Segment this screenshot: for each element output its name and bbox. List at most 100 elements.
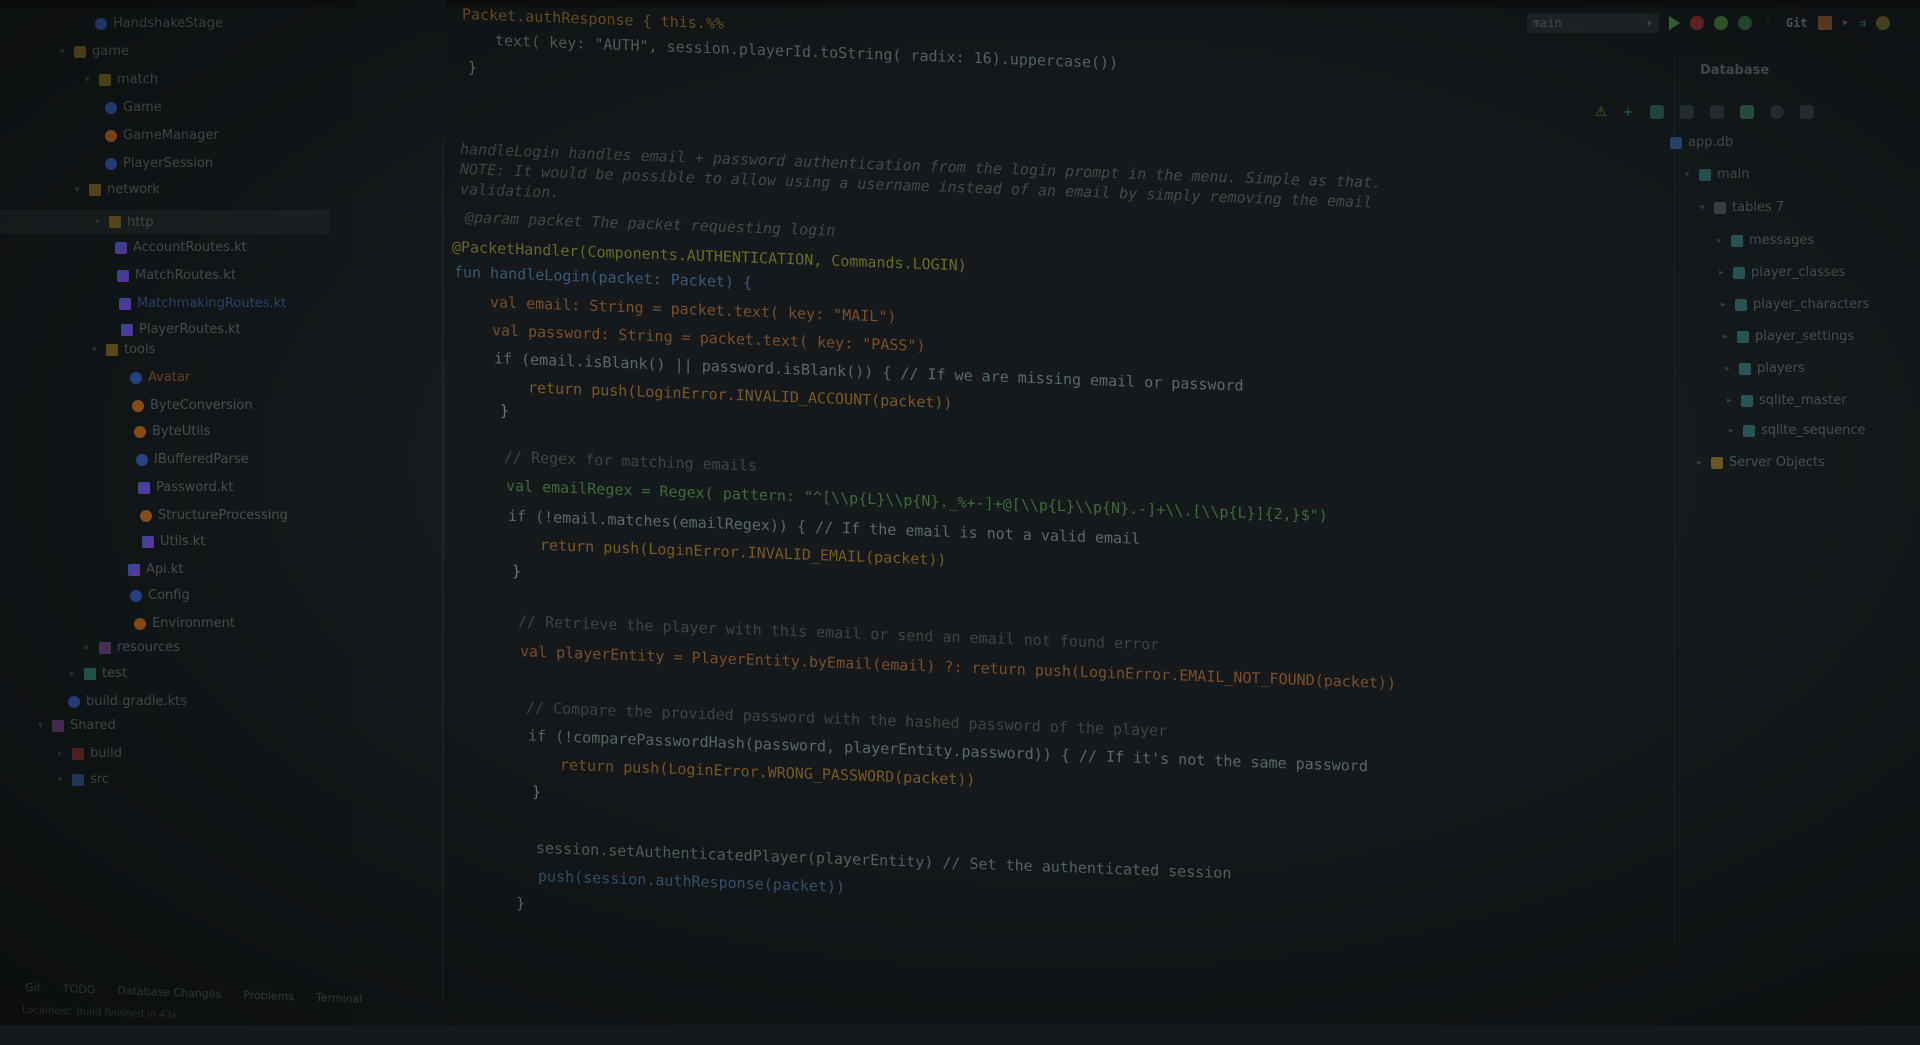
tree-item[interactable]: ▾ match (85, 72, 158, 87)
tree-item[interactable]: Utils.kt (142, 534, 205, 549)
main-toolbar: main ▾ ⋮ Git ➤ ⇉ (1526, 8, 1890, 38)
tree-item[interactable]: build.gradle.kts (68, 694, 187, 709)
tree-item[interactable]: ▸ resources (85, 640, 180, 655)
run-icon[interactable] (1668, 16, 1680, 30)
tree-item[interactable]: AccountRoutes.kt (115, 240, 247, 255)
settings-icon[interactable] (1876, 16, 1890, 30)
tree-item-label: Password.kt (156, 480, 234, 495)
tree-item[interactable]: Config (130, 588, 190, 603)
db-schema[interactable]: ▾ main (1685, 167, 1749, 182)
code-line: } (516, 894, 526, 913)
kotlin-file-icon (119, 297, 131, 310)
folder-icon (72, 773, 84, 786)
db-root-label: app.db (1688, 135, 1734, 150)
coverage-icon[interactable] (1737, 16, 1752, 30)
project-tree: HandshakeStage ▾ game ▾ match Game GameMan… (0, 10, 360, 990)
db-server-objects[interactable]: ▸ Server Objects (1697, 455, 1825, 470)
add-icon[interactable]: + (1623, 105, 1634, 120)
stop-icon[interactable] (1709, 105, 1724, 119)
chevron-down-icon: ▾ (1685, 169, 1690, 180)
tree-item[interactable]: ▾ game (60, 44, 129, 59)
tree-item-label: resources (117, 640, 181, 655)
chevron-right-icon: ▸ (1717, 235, 1722, 246)
chevron-right-icon: ▸ (1719, 267, 1724, 278)
folder-icon (89, 183, 101, 196)
tree-item-label: Environment (152, 616, 236, 631)
database-panel-title: Database (1700, 63, 1770, 78)
db-root[interactable]: app.db (1670, 135, 1733, 150)
tree-item[interactable]: PlayerSession (105, 156, 213, 171)
tree-item[interactable]: MatchmakingRoutes.kt (119, 296, 286, 311)
tree-item[interactable]: PlayerRoutes.kt (121, 322, 241, 337)
tree-item[interactable]: StructureProcessing (140, 508, 288, 523)
tree-item[interactable]: Avatar (130, 370, 190, 385)
tree-item-label: MatchmakingRoutes.kt (137, 296, 287, 311)
tab-terminal[interactable]: Terminal (316, 991, 363, 1006)
tree-item-selected[interactable]: ▾ http (0, 210, 330, 234)
run-configuration-select[interactable]: main ▾ (1526, 13, 1659, 33)
code-editor[interactable]: Packet.authResponse { this.%% text( key:… (452, 0, 1680, 1045)
tree-item-label: AccountRoutes.kt (133, 240, 247, 255)
kotlin-file-icon (138, 481, 150, 494)
chevron-down-icon: ▾ (85, 74, 90, 85)
tree-item[interactable]: Password.kt (138, 480, 233, 495)
debug-icon[interactable] (1713, 16, 1728, 30)
filter-icon[interactable] (1799, 105, 1814, 119)
tree-item[interactable]: ▾ network (75, 182, 160, 197)
db-table[interactable]: ▸ player_characters (1721, 297, 1869, 312)
tree-item[interactable]: MatchRoutes.kt (117, 268, 236, 283)
tree-item[interactable]: ▾ tools (92, 342, 155, 357)
db-table[interactable]: ▸ player_settings (1723, 329, 1854, 344)
tree-item[interactable]: Environment (134, 616, 235, 631)
database-icon (1670, 136, 1682, 149)
tab-git[interactable]: Git (25, 981, 41, 995)
db-tables-folder[interactable]: ▾ tables 7 (1700, 200, 1784, 215)
tree-item-label: StructureProcessing (158, 508, 288, 523)
db-table[interactable]: ▸ player_classes (1719, 265, 1845, 280)
tree-item-label: IBufferedParse (154, 452, 249, 467)
push-icon[interactable]: ➤ (1842, 16, 1849, 30)
gradle-icon (68, 695, 80, 708)
tree-item[interactable]: IBufferedParse (136, 452, 249, 467)
refresh-icon[interactable] (1649, 105, 1664, 119)
folder-icon (109, 216, 121, 228)
class-icon (136, 453, 148, 466)
tree-item-label: network (107, 182, 160, 197)
tree-item[interactable]: Game (105, 100, 162, 115)
stop-icon[interactable] (1689, 16, 1704, 30)
code-line: } (468, 58, 478, 77)
table-icon[interactable] (1739, 105, 1754, 119)
db-table[interactable]: ▸ players (1725, 361, 1805, 376)
tree-item-label: Shared (70, 718, 116, 733)
title-bar (0, 0, 1920, 7)
tree-item[interactable]: ▾ src (58, 772, 109, 787)
chevron-right-icon: ▸ (1723, 331, 1728, 342)
tree-item[interactable]: ▸ test (70, 666, 127, 681)
db-table[interactable]: ▸ sqlite_master (1727, 393, 1847, 408)
copy-icon[interactable] (1679, 105, 1694, 119)
git-menu[interactable]: Git (1786, 16, 1808, 30)
tree-item[interactable]: ▾ Shared (38, 718, 116, 733)
db-table[interactable]: ▸ sqlite_sequence (1729, 423, 1866, 438)
tree-item[interactable]: Api.kt (128, 562, 184, 577)
chevron-right-icon: ▸ (1727, 395, 1732, 406)
tree-item[interactable]: ByteConversion (132, 398, 253, 413)
settings-icon[interactable] (1769, 105, 1784, 119)
tree-item[interactable]: HandshakeStage (95, 16, 223, 31)
kotlin-file-icon (128, 563, 140, 576)
tab-database-changes[interactable]: Database Changes (117, 984, 221, 1001)
tree-item-label: Game (123, 100, 162, 115)
tab-problems[interactable]: Problems (243, 988, 294, 1003)
db-table[interactable]: ▸ messages (1717, 233, 1814, 248)
tab-todo[interactable]: TODO (63, 982, 96, 996)
chevron-down-icon: ▾ (95, 217, 100, 227)
code-line: return push(LoginError.WRONG_PASSWORD(pa… (560, 755, 976, 789)
tree-item[interactable]: GameManager (105, 128, 219, 143)
tree-item[interactable]: ByteUtils (134, 424, 210, 439)
more-icon[interactable]: ⋮ (1762, 16, 1776, 30)
vcs-icon[interactable]: ⇉ (1859, 16, 1866, 30)
database-toolbar: ⚠ + (1595, 105, 1814, 120)
commit-icon[interactable] (1817, 16, 1832, 30)
class-icon (95, 17, 107, 30)
tree-item[interactable]: ▸ build (58, 746, 122, 761)
